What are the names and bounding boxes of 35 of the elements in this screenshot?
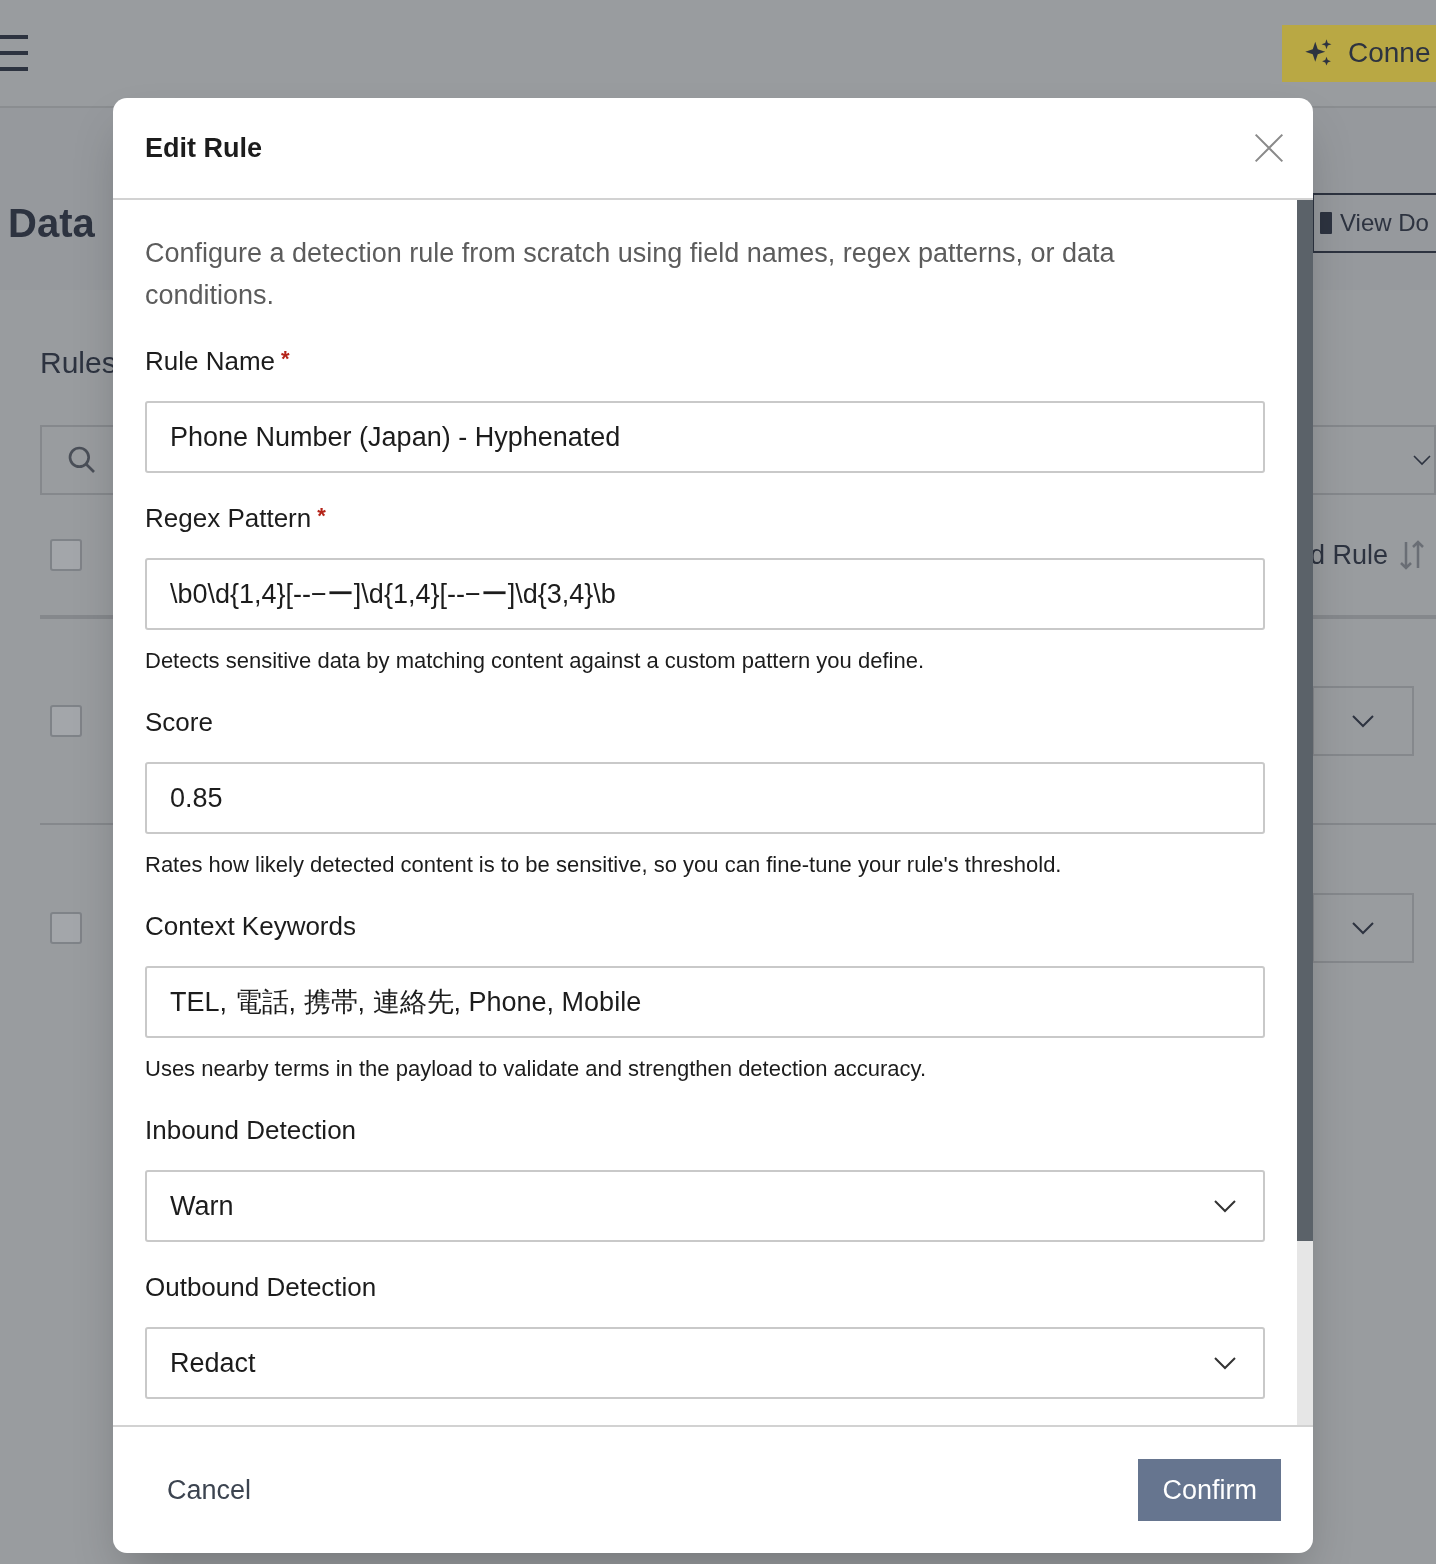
sparkle-icon [1304,38,1334,68]
select-field[interactable]: Redact [145,1327,1265,1399]
required-mark: * [317,502,326,530]
checkbox[interactable] [50,705,82,737]
help-text: Detects sensitive data by matching content against a custom pattern you define. [145,647,925,675]
help-text: Uses nearby terms in the payload to validate and strengthen detection accuracy. [145,1055,928,1083]
field-label: Rule Name [145,345,276,378]
checkbox[interactable] [50,539,82,571]
sort-icon[interactable] [1398,538,1426,572]
field-label: Regex Pattern [145,502,312,535]
input-field[interactable]: TEL, 電話, 携帯, 連絡先, Phone, Mobile [145,966,1265,1038]
connect-button[interactable]: Conne [1282,24,1436,82]
menu-icon[interactable] [0,33,30,73]
select-value: Redact [170,1346,256,1380]
required-mark: * [281,345,290,373]
confirm-button[interactable]: Confirm [1138,1459,1281,1521]
page-title: Data [8,200,95,247]
field-label: Outbound Detection [145,1271,377,1304]
cancel-button[interactable]: Cancel [147,1459,272,1521]
section-title: Rules [40,346,117,379]
document-icon [1318,210,1334,236]
help-text: Rates how likely detected content is to be sensitive, so you can fine-tune your rule's threshold. [145,851,1063,879]
field-label: Score [145,706,213,739]
field-label: Inbound Detection [145,1114,357,1147]
dialog-description: Configure a detection rule from scratch using field names, regex patterns, or data conditions. [145,237,1116,312]
select-value: Warn [170,1189,234,1223]
field-label: Context Keywords [145,910,356,943]
input-field[interactable]: 0.85 [145,762,1265,834]
input-field[interactable]: Phone Number (Japan) - Hyphenated [145,401,1265,473]
select-field[interactable]: Warn [145,1170,1265,1242]
checkbox[interactable] [50,912,82,944]
scrollbar[interactable] [1297,200,1313,1425]
input-field[interactable]: \b0\d{1,4}[-‐−ー]\d{1,4}[-‐−ー]\d{3,4}\b [145,558,1265,630]
dialog-title: Edit Rule [145,131,262,165]
close-icon[interactable] [1253,132,1285,164]
